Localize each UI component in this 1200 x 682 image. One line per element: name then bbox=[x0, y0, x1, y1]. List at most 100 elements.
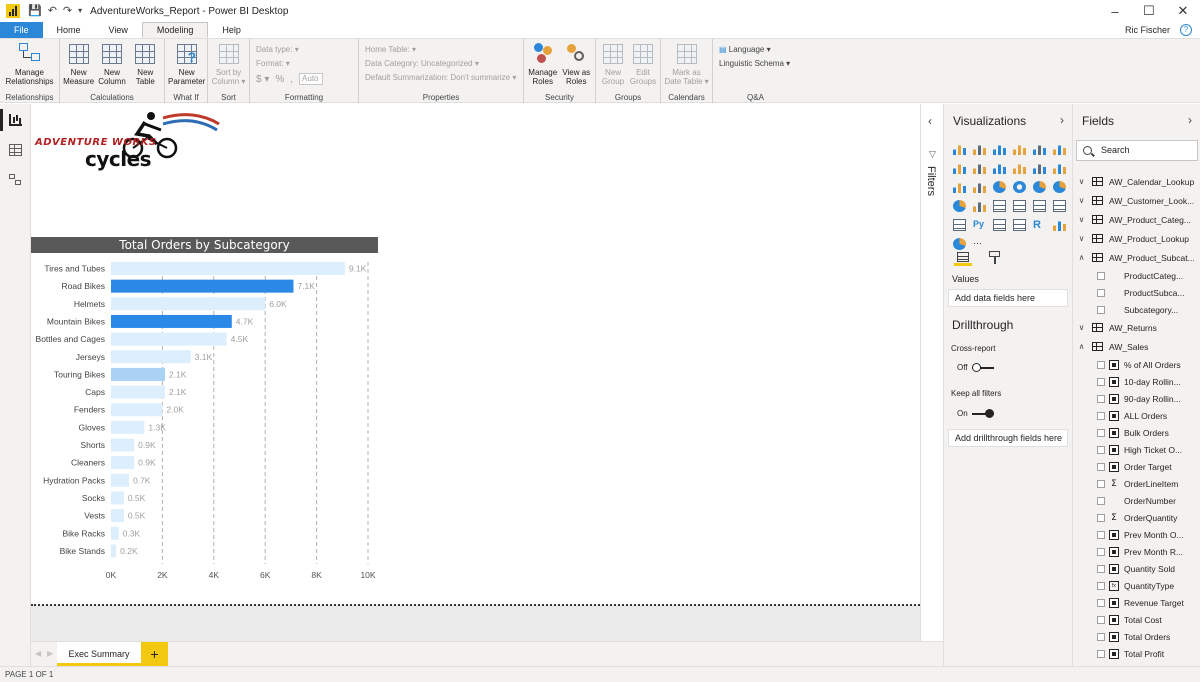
scatter-chart-icon[interactable] bbox=[973, 181, 986, 193]
undo-icon[interactable]: ↶ bbox=[48, 4, 57, 18]
expand-chevron-icon[interactable]: ∨ bbox=[1076, 177, 1087, 186]
bar[interactable] bbox=[111, 438, 135, 452]
more-visuals-icon[interactable]: ··· bbox=[973, 238, 986, 250]
data-view-icon[interactable] bbox=[9, 144, 22, 156]
bar[interactable] bbox=[111, 314, 232, 328]
waterfall-chart-icon[interactable] bbox=[953, 181, 966, 193]
default-summarization-dropdown[interactable]: Default Summarization: Don't summarize ▾ bbox=[365, 73, 516, 82]
page-scroll-arrows-icon[interactable]: ◀▶ bbox=[35, 649, 59, 658]
r-visual-icon[interactable]: R bbox=[1033, 219, 1046, 231]
expand-filters-icon[interactable]: ‹ bbox=[928, 114, 932, 128]
card-icon[interactable] bbox=[1013, 200, 1026, 212]
field-checkbox[interactable] bbox=[1097, 360, 1105, 369]
field-checkbox[interactable] bbox=[1097, 428, 1105, 437]
redo-icon[interactable]: ↷ bbox=[63, 4, 72, 18]
bar[interactable] bbox=[111, 350, 191, 364]
field-checkbox[interactable] bbox=[1097, 411, 1105, 420]
field-row[interactable]: Total Cost bbox=[1073, 611, 1200, 628]
data-category-dropdown[interactable]: Data Category: Uncategorized ▾ bbox=[365, 59, 516, 68]
sort-by-column-button[interactable]: Sort by Column ▾ bbox=[211, 41, 246, 86]
stacked-column-chart-icon[interactable] bbox=[973, 143, 986, 155]
view-as-roles-button[interactable]: View as Roles bbox=[561, 41, 593, 86]
field-checkbox[interactable] bbox=[1097, 530, 1105, 539]
area-chart-icon[interactable] bbox=[973, 162, 986, 174]
100-percent-bar-chart-icon[interactable] bbox=[1033, 143, 1046, 155]
field-row[interactable]: Prev Month O... bbox=[1073, 526, 1200, 543]
currency-button[interactable]: $ ▾ bbox=[256, 74, 269, 85]
bar[interactable] bbox=[111, 297, 266, 311]
bar[interactable] bbox=[111, 420, 145, 434]
field-table-row[interactable]: ∧ AW_Sales bbox=[1073, 337, 1200, 356]
new-parameter-button[interactable]: ? New Parameter bbox=[168, 41, 205, 86]
field-table-row[interactable]: ∨ AW_Product_Categ... bbox=[1073, 210, 1200, 229]
drillthrough-drop-zone[interactable]: Add drillthrough fields here bbox=[948, 429, 1068, 447]
field-checkbox[interactable] bbox=[1097, 496, 1105, 505]
field-row[interactable]: Subcategory... bbox=[1073, 301, 1200, 318]
home-table-dropdown[interactable]: Home Table: ▾ bbox=[365, 45, 516, 54]
filled-map-icon[interactable] bbox=[953, 200, 966, 212]
page-tab-exec-summary[interactable]: Exec Summary bbox=[57, 642, 141, 666]
clustered-column-chart-icon[interactable] bbox=[1013, 143, 1026, 155]
format-tab[interactable] bbox=[986, 250, 1004, 266]
line-clustered-column-chart-icon[interactable] bbox=[1033, 162, 1046, 174]
field-row[interactable]: Prev Month R... bbox=[1073, 543, 1200, 560]
matrix-icon[interactable] bbox=[1013, 219, 1026, 231]
line-column-chart-icon[interactable] bbox=[1013, 162, 1026, 174]
fields-well-tab[interactable] bbox=[954, 250, 972, 266]
bar[interactable] bbox=[111, 456, 135, 470]
field-table-row[interactable]: ∨ AW_Product_Lookup bbox=[1073, 229, 1200, 248]
field-checkbox[interactable] bbox=[1097, 271, 1105, 280]
save-icon[interactable]: 💾 bbox=[28, 4, 42, 18]
tab-help[interactable]: Help bbox=[208, 22, 255, 38]
format-dropdown[interactable]: Format: ▾ bbox=[256, 59, 323, 68]
fields-search-input[interactable]: Search bbox=[1076, 140, 1198, 161]
manage-relationships-button[interactable]: Manage Relationships bbox=[3, 41, 56, 86]
expand-chevron-icon[interactable]: ∨ bbox=[1076, 323, 1087, 332]
pie-chart-icon[interactable] bbox=[993, 181, 1006, 193]
field-checkbox[interactable] bbox=[1097, 598, 1105, 607]
field-row[interactable]: Revenue Target bbox=[1073, 594, 1200, 611]
field-row[interactable]: Quantity Sold bbox=[1073, 560, 1200, 577]
bar[interactable] bbox=[111, 279, 294, 293]
field-row[interactable]: 90-day Rollin... bbox=[1073, 390, 1200, 407]
field-checkbox[interactable] bbox=[1097, 564, 1105, 573]
new-group-button[interactable]: New Group bbox=[599, 41, 627, 86]
line-chart-icon[interactable] bbox=[953, 162, 966, 174]
field-table-row[interactable]: ∨ AW_Customer_Look... bbox=[1073, 191, 1200, 210]
field-checkbox[interactable] bbox=[1097, 445, 1105, 454]
bar[interactable] bbox=[111, 544, 117, 558]
tab-home[interactable]: Home bbox=[43, 22, 95, 38]
key-influencers-icon[interactable] bbox=[1053, 219, 1066, 231]
kpi-icon[interactable] bbox=[1053, 200, 1066, 212]
tab-file[interactable]: File bbox=[0, 22, 43, 38]
close-button[interactable]: ✕ bbox=[1166, 0, 1200, 22]
comma-button[interactable]: , bbox=[290, 74, 293, 85]
field-checkbox[interactable] bbox=[1097, 513, 1105, 522]
tab-view[interactable]: View bbox=[95, 22, 142, 38]
filters-pane[interactable]: ‹ ▽ Filters bbox=[920, 104, 943, 641]
cross-report-toggle[interactable]: Off bbox=[957, 362, 994, 372]
data-type-dropdown[interactable]: Data type: ▾ bbox=[256, 45, 323, 54]
model-view-icon[interactable] bbox=[9, 174, 22, 186]
report-page[interactable]: ADVENTURE WORKS cycles Total Orders by S… bbox=[31, 104, 920, 605]
bar[interactable] bbox=[111, 385, 165, 399]
bar-chart[interactable]: Tires and Tubes 9.1K Road Bikes 7.1K Helmets… bbox=[31, 253, 381, 593]
field-table-row[interactable]: ∧ AW_Product_Subcat... bbox=[1073, 248, 1200, 267]
expand-chevron-icon[interactable]: ∨ bbox=[1076, 215, 1087, 224]
field-row[interactable]: ALL Orders bbox=[1073, 407, 1200, 424]
decimal-places-input[interactable]: Auto bbox=[299, 73, 324, 85]
gauge-icon[interactable] bbox=[993, 200, 1006, 212]
keep-all-filters-toggle[interactable]: On bbox=[957, 408, 994, 418]
bar[interactable] bbox=[111, 526, 119, 540]
field-checkbox[interactable] bbox=[1097, 479, 1105, 488]
help-icon[interactable]: ? bbox=[1180, 24, 1192, 36]
collapse-fields-icon[interactable]: › bbox=[1188, 113, 1192, 127]
table-icon[interactable] bbox=[993, 219, 1006, 231]
field-row[interactable]: Order Target bbox=[1073, 458, 1200, 475]
field-row[interactable]: % of All Orders bbox=[1073, 356, 1200, 373]
field-row[interactable]: High Ticket O... bbox=[1073, 441, 1200, 458]
values-drop-zone[interactable]: Add data fields here bbox=[948, 289, 1068, 307]
maximize-button[interactable]: ☐ bbox=[1132, 0, 1166, 22]
bar[interactable] bbox=[111, 332, 227, 346]
collapse-chevron-icon[interactable]: ∧ bbox=[1076, 253, 1087, 262]
